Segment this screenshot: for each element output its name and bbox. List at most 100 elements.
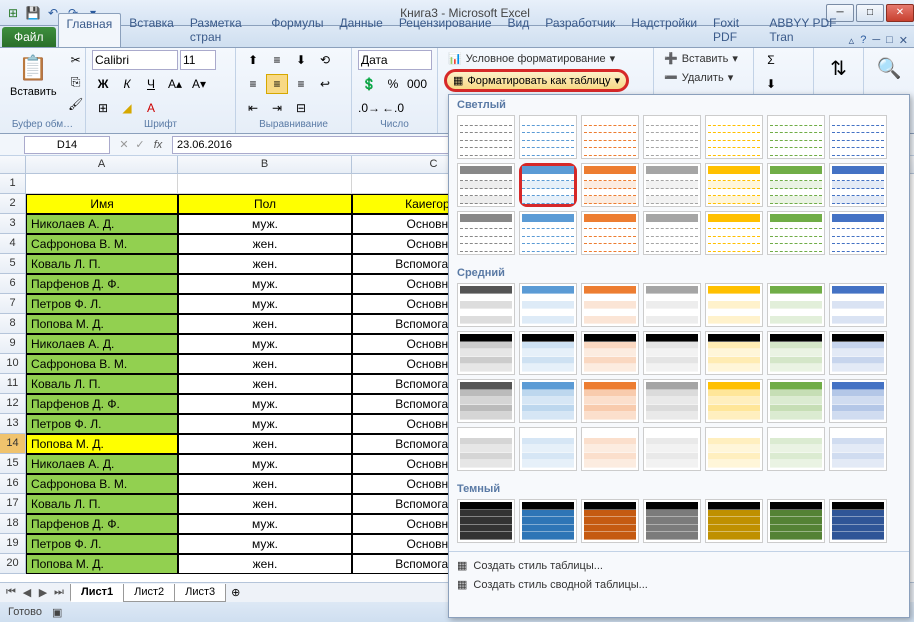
ribbon-restore-icon[interactable]: □ <box>886 34 893 47</box>
table-style-thumb[interactable] <box>767 283 825 327</box>
increase-indent-icon[interactable]: ⇥ <box>266 98 288 118</box>
row-header[interactable]: 5 <box>0 254 26 274</box>
sheet-tab[interactable]: Лист3 <box>174 584 226 602</box>
table-style-thumb[interactable] <box>767 331 825 375</box>
fx-icon[interactable]: fx <box>148 139 168 151</box>
table-cell[interactable]: Коваль Л. П. <box>26 254 178 274</box>
table-cell[interactable]: муж. <box>178 394 352 414</box>
table-style-thumb[interactable] <box>457 211 515 255</box>
merge-icon[interactable]: ⊟ <box>290 98 312 118</box>
table-cell[interactable]: жен. <box>178 474 352 494</box>
row-header[interactable]: 9 <box>0 334 26 354</box>
table-cell[interactable]: Попова М. Д. <box>26 554 178 574</box>
table-style-thumb[interactable] <box>581 283 639 327</box>
ribbon-minimize-icon[interactable]: ▵ <box>849 34 855 47</box>
number-format-select[interactable] <box>358 50 432 70</box>
table-cell[interactable]: Сафронова В. М. <box>26 234 178 254</box>
maximize-button[interactable]: □ <box>856 4 884 22</box>
table-style-thumb[interactable] <box>767 427 825 471</box>
table-style-thumb[interactable] <box>705 379 763 423</box>
table-cell[interactable]: Сафронова В. М. <box>26 354 178 374</box>
font-size-select[interactable] <box>180 50 216 70</box>
row-header[interactable]: 18 <box>0 514 26 534</box>
name-box[interactable]: D14 <box>24 136 110 154</box>
table-style-thumb[interactable] <box>705 283 763 327</box>
macro-record-icon[interactable]: ▣ <box>52 606 62 619</box>
row-header[interactable]: 8 <box>0 314 26 334</box>
table-style-thumb[interactable] <box>581 211 639 255</box>
format-as-table-button[interactable]: ▦ Форматировать как таблицу ▾ <box>444 69 629 92</box>
table-style-thumb[interactable] <box>519 427 577 471</box>
table-style-thumb[interactable] <box>705 163 763 207</box>
table-cell[interactable]: муж. <box>178 274 352 294</box>
table-style-thumb[interactable] <box>643 331 701 375</box>
table-style-thumb[interactable] <box>581 331 639 375</box>
table-style-thumb[interactable] <box>519 115 577 159</box>
table-cell[interactable]: Николаев А. Д. <box>26 214 178 234</box>
table-cell[interactable]: жен. <box>178 314 352 334</box>
table-style-thumb[interactable] <box>705 331 763 375</box>
row-header[interactable]: 17 <box>0 494 26 514</box>
table-cell[interactable]: Николаев А. Д. <box>26 334 178 354</box>
row-header[interactable]: 14 <box>0 434 26 454</box>
align-center-icon[interactable]: ≡ <box>266 74 288 94</box>
align-middle-icon[interactable]: ≡ <box>266 50 288 70</box>
table-style-thumb[interactable] <box>581 115 639 159</box>
table-cell[interactable]: Николаев А. Д. <box>26 454 178 474</box>
decrease-indent-icon[interactable]: ⇤ <box>242 98 264 118</box>
ribbon-tab[interactable]: Рецензирование <box>391 13 500 47</box>
table-cell[interactable]: Коваль Л. П. <box>26 374 178 394</box>
table-cell[interactable]: муж. <box>178 414 352 434</box>
save-icon[interactable]: 💾 <box>24 4 42 22</box>
sheet-tab[interactable]: Лист2 <box>123 584 175 602</box>
table-style-thumb[interactable] <box>705 427 763 471</box>
ribbon-tab[interactable]: Формулы <box>263 13 331 47</box>
new-sheet-icon[interactable]: ⊕ <box>225 586 246 599</box>
row-header[interactable]: 6 <box>0 274 26 294</box>
autosum-icon[interactable]: Σ <box>760 50 782 70</box>
table-cell[interactable]: Петров Ф. Л. <box>26 294 178 314</box>
table-cell[interactable]: Парфенов Д. Ф. <box>26 274 178 294</box>
orientation-icon[interactable]: ⟲ <box>314 50 336 70</box>
table-style-thumb[interactable] <box>829 115 887 159</box>
table-style-thumb[interactable] <box>581 163 639 207</box>
table-style-thumb[interactable] <box>643 211 701 255</box>
table-style-thumb[interactable] <box>643 163 701 207</box>
sheet-tab[interactable]: Лист1 <box>70 584 124 602</box>
table-style-thumb[interactable] <box>457 499 515 543</box>
table-style-thumb[interactable] <box>457 283 515 327</box>
table-cell[interactable]: Петров Ф. Л. <box>26 414 178 434</box>
table-header[interactable]: Имя <box>26 194 178 214</box>
ribbon-tab[interactable]: Надстройки <box>623 13 705 47</box>
table-style-thumb[interactable] <box>829 211 887 255</box>
table-style-thumb[interactable] <box>767 499 825 543</box>
table-cell[interactable]: Сафронова В. М. <box>26 474 178 494</box>
align-left-icon[interactable]: ≡ <box>242 74 264 94</box>
table-cell[interactable]: жен. <box>178 254 352 274</box>
table-style-thumb[interactable] <box>829 427 887 471</box>
conditional-formatting-button[interactable]: 📊 Условное форматирование ▾ <box>444 50 619 67</box>
table-cell[interactable]: муж. <box>178 454 352 474</box>
ribbon-close-icon[interactable]: ✕ <box>899 34 908 47</box>
table-cell[interactable]: Парфенов Д. Ф. <box>26 394 178 414</box>
col-header-a[interactable]: A <box>26 156 178 173</box>
row-header[interactable]: 15 <box>0 454 26 474</box>
next-sheet-icon[interactable]: ▶ <box>36 586 50 599</box>
table-style-thumb[interactable] <box>519 331 577 375</box>
row-header[interactable]: 4 <box>0 234 26 254</box>
row-header[interactable]: 7 <box>0 294 26 314</box>
cancel-formula-icon[interactable]: ✕ <box>116 138 132 151</box>
ribbon-tab[interactable]: Foxit PDF <box>705 13 761 47</box>
fill-color-icon[interactable]: ◢ <box>116 98 138 118</box>
table-cell[interactable]: жен. <box>178 434 352 454</box>
table-style-thumb[interactable] <box>519 283 577 327</box>
table-style-thumb[interactable] <box>643 379 701 423</box>
copy-icon[interactable]: ⎘ <box>65 72 87 92</box>
sort-filter-button[interactable]: ⇅ <box>820 50 857 86</box>
last-sheet-icon[interactable]: ⏭ <box>52 586 66 599</box>
ribbon-tab[interactable]: ABBYY PDF Tran <box>761 13 848 47</box>
align-bottom-icon[interactable]: ⬇ <box>290 50 312 70</box>
delete-cells-button[interactable]: ➖ Удалить ▾ <box>660 69 737 86</box>
row-header[interactable]: 13 <box>0 414 26 434</box>
grow-font-icon[interactable]: A▴ <box>164 74 186 94</box>
